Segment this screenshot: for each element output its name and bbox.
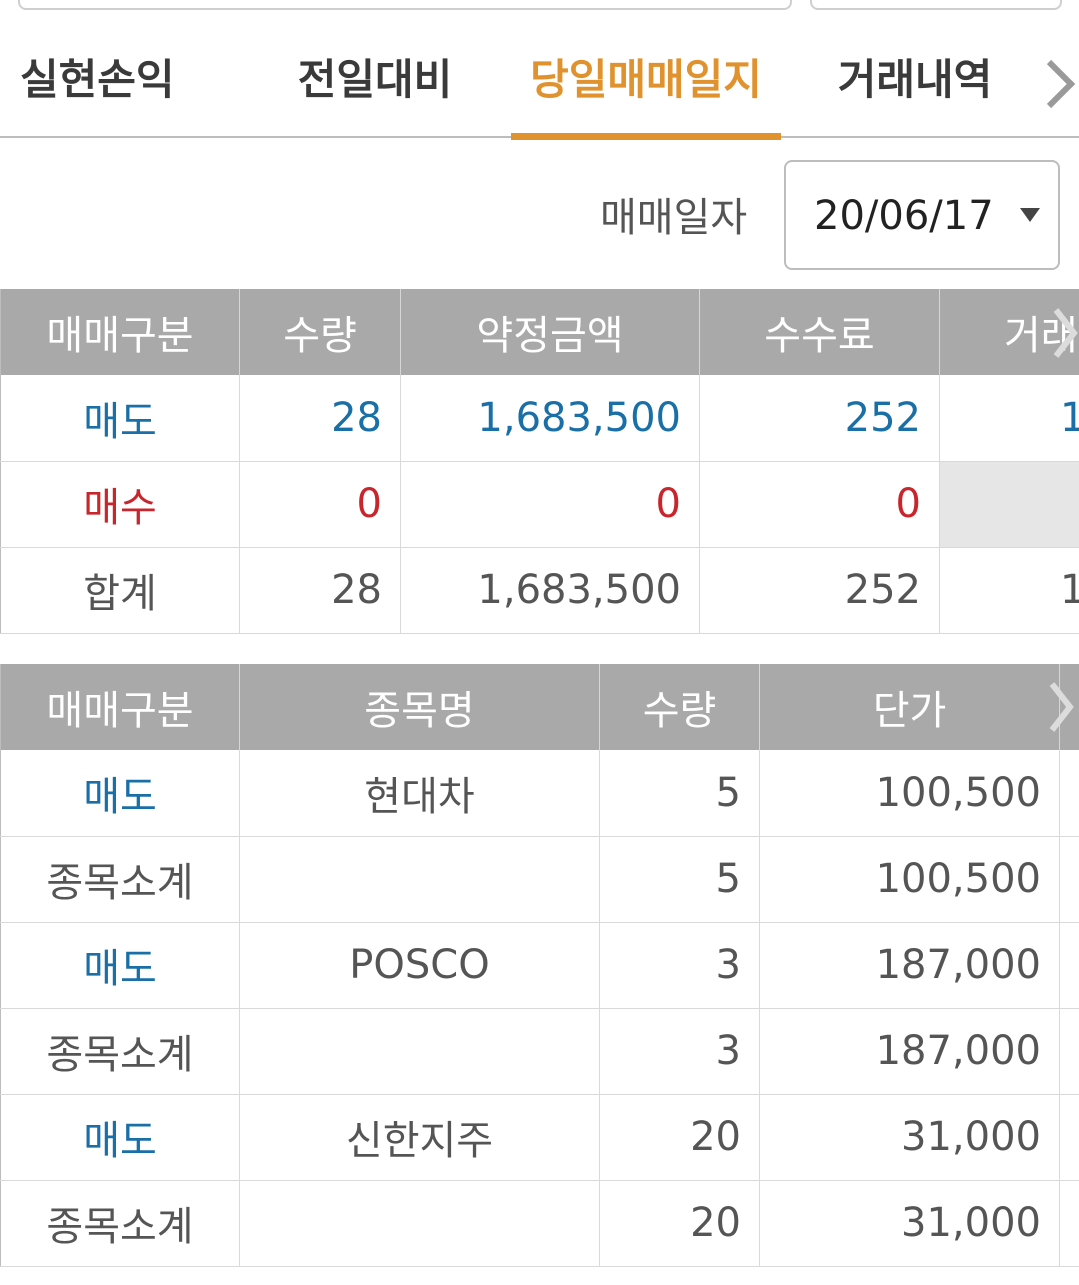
top-input-right[interactable] <box>810 0 1062 10</box>
qty-cell: 5 <box>599 836 760 923</box>
trade-type-cell: 종목소계 <box>0 1180 240 1267</box>
qty-cell: 20 <box>599 1180 760 1267</box>
detail-row: 매도 현대차 5 100,500 <box>0 750 1079 837</box>
overflow-cell <box>1059 1094 1079 1181</box>
overflow-cell <box>1059 1008 1079 1095</box>
col-header-trade-type: 매매구분 <box>0 289 240 375</box>
amount-cell: 0 <box>400 461 700 548</box>
trade-type-cell: 매도 <box>0 1094 240 1181</box>
trade-type-cell: 합계 <box>0 547 240 634</box>
amount-cell: 1,683,500 <box>400 375 700 462</box>
fee-cell: 252 <box>699 375 940 462</box>
trade-type-cell: 매도 <box>0 922 240 1009</box>
detail-header-row: 매매구분 종목명 수량 단가 <box>0 664 1079 750</box>
col-header-unit-price: 단가 <box>759 664 1060 750</box>
summary-row-buy: 매수 0 0 0 <box>0 461 1079 548</box>
stock-name-cell <box>239 1180 600 1267</box>
stock-name-cell <box>239 1008 600 1095</box>
tab-vs-previous-day[interactable]: 전일대비 <box>280 50 470 138</box>
trade-type-cell: 매수 <box>0 461 240 548</box>
detail-row: 매도 POSCO 3 187,000 <box>0 922 1079 1009</box>
detail-row: 종목소계 3 187,000 <box>0 1008 1079 1095</box>
summary-row-sell: 매도 28 1,683,500 252 1 <box>0 375 1079 462</box>
col-header-stock-name: 종목명 <box>239 664 600 750</box>
top-input-left[interactable] <box>18 0 792 10</box>
overflow-cell <box>1059 836 1079 923</box>
unit-price-cell: 187,000 <box>759 1008 1060 1095</box>
dropdown-arrow-icon <box>1020 208 1040 222</box>
amount-cell: 1,683,500 <box>400 547 700 634</box>
qty-cell: 3 <box>599 922 760 1009</box>
summary-row-total: 합계 28 1,683,500 252 1 <box>0 547 1079 634</box>
col-header-fee: 수수료 <box>699 289 940 375</box>
detail-table: 매매구분 종목명 수량 단가 매도 현대차 5 100,500 종목소계 5 1… <box>0 664 1079 1267</box>
chevron-right-icon[interactable] <box>1039 54 1079 114</box>
stock-name-cell: 신한지주 <box>239 1094 600 1181</box>
qty-cell: 28 <box>239 547 401 634</box>
chevron-right-icon[interactable] <box>1044 298 1079 368</box>
qty-cell: 0 <box>239 461 401 548</box>
trade-type-cell: 매도 <box>0 750 240 837</box>
trade-date-value: 20/06/17 <box>814 193 994 239</box>
trade-date-select[interactable]: 20/06/17 <box>784 160 1060 270</box>
chevron-right-icon[interactable] <box>1040 672 1079 742</box>
summary-header-row: 매매구분 수량 약정금액 수수료 거래 <box>0 289 1079 375</box>
more-cell <box>939 461 1079 548</box>
qty-cell: 5 <box>599 750 760 837</box>
more-cell: 1 <box>939 375 1079 462</box>
detail-row: 매도 신한지주 20 31,000 <box>0 1094 1079 1181</box>
qty-cell: 28 <box>239 375 401 462</box>
tab-realized-pnl[interactable]: 실현손익 <box>20 50 200 138</box>
tab-transaction-history[interactable]: 거래내역 <box>820 50 1010 138</box>
trade-type-cell: 매도 <box>0 375 240 462</box>
overflow-cell <box>1059 750 1079 837</box>
fee-cell: 0 <box>699 461 940 548</box>
overflow-cell <box>1059 1180 1079 1267</box>
unit-price-cell: 31,000 <box>759 1180 1060 1267</box>
trade-type-cell: 종목소계 <box>0 836 240 923</box>
stock-name-cell <box>239 836 600 923</box>
trade-type-cell: 종목소계 <box>0 1008 240 1095</box>
fee-cell: 252 <box>699 547 940 634</box>
unit-price-cell: 100,500 <box>759 836 1060 923</box>
overflow-cell <box>1059 922 1079 1009</box>
stock-name-cell: 현대차 <box>239 750 600 837</box>
qty-cell: 3 <box>599 1008 760 1095</box>
tab-daily-trade-journal[interactable]: 당일매매일지 <box>511 50 781 140</box>
detail-row: 종목소계 20 31,000 <box>0 1180 1079 1267</box>
tab-bar: 실현손익 전일대비 당일매매일지 거래내역 <box>0 30 1079 140</box>
summary-table: 매매구분 수량 약정금액 수수료 거래 매도 28 1,683,500 252 … <box>0 289 1079 634</box>
col-header-qty: 수량 <box>239 289 401 375</box>
unit-price-cell: 31,000 <box>759 1094 1060 1181</box>
detail-row: 종목소계 5 100,500 <box>0 836 1079 923</box>
qty-cell: 20 <box>599 1094 760 1181</box>
col-header-contract-amount: 약정금액 <box>400 289 700 375</box>
more-cell: 1 <box>939 547 1079 634</box>
trade-date-label: 매매일자 <box>600 195 748 241</box>
unit-price-cell: 187,000 <box>759 922 1060 1009</box>
col-header-qty: 수량 <box>599 664 760 750</box>
unit-price-cell: 100,500 <box>759 750 1060 837</box>
stock-name-cell: POSCO <box>239 922 600 1009</box>
col-header-trade-type: 매매구분 <box>0 664 240 750</box>
